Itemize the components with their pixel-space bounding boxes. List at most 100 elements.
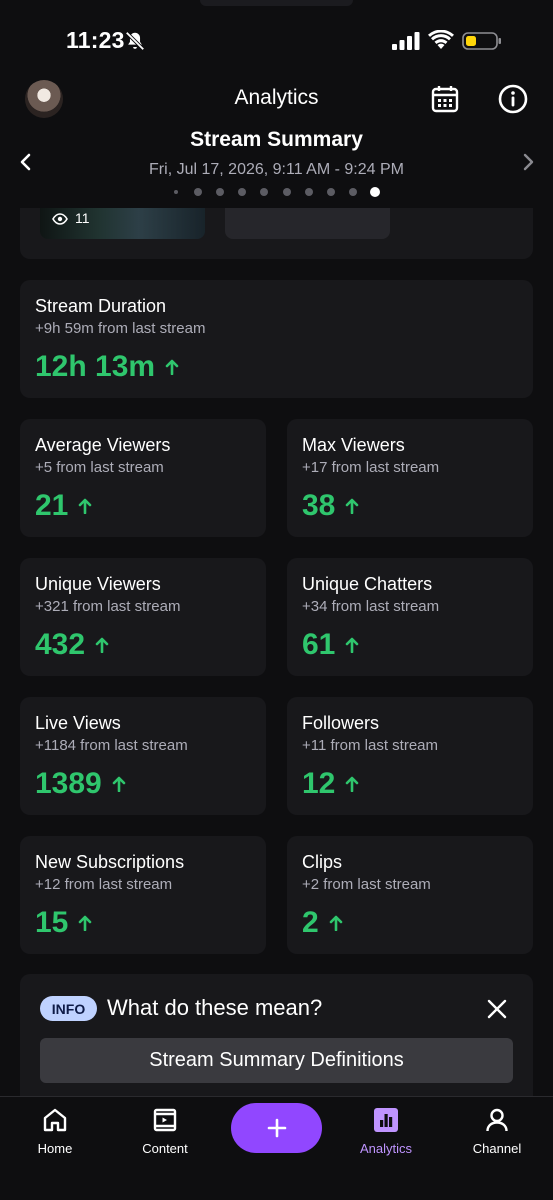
wifi-icon xyxy=(428,30,454,49)
stat-card-new-subscriptions: New Subscriptions +12 from last stream 1… xyxy=(20,836,266,954)
summary-date: Fri, Jul 17, 2026, 9:11 AM - 9:24 PM xyxy=(149,161,404,178)
stat-value: 432 xyxy=(35,628,109,662)
arrow-up-icon xyxy=(165,359,179,375)
stat-label: Unique Chatters xyxy=(302,574,433,594)
tab-channel[interactable]: Channel xyxy=(457,1097,537,1167)
stat-value: 61 xyxy=(302,628,359,662)
clip-thumbnail-placeholder[interactable] xyxy=(225,208,390,239)
stat-change: +321 from last stream xyxy=(35,598,181,615)
stat-change: +5 from last stream xyxy=(35,459,164,476)
info-card: INFO What do these mean? Stream Summary … xyxy=(20,974,533,1096)
stat-card-stream-duration: Stream Duration +9h 59m from last stream… xyxy=(20,280,533,398)
stat-value: 38 xyxy=(302,489,359,523)
arrow-up-icon xyxy=(79,498,92,514)
arrow-up-icon xyxy=(112,776,126,792)
page-dot[interactable] xyxy=(174,190,178,194)
person-icon xyxy=(486,1108,508,1132)
stat-label: Max Viewers xyxy=(302,435,405,455)
stat-change: +34 from last stream xyxy=(302,598,440,615)
close-icon[interactable] xyxy=(486,998,508,1020)
chevron-left-icon[interactable] xyxy=(16,150,36,174)
page-dot[interactable] xyxy=(349,188,357,196)
stat-card-unique-chatters: Unique Chatters +34 from last stream 61 xyxy=(287,558,533,676)
bell-off-icon xyxy=(125,31,145,51)
status-time: 11:23 xyxy=(66,27,125,53)
page-dot[interactable] xyxy=(305,188,313,196)
stat-value-text: 432 xyxy=(35,628,86,661)
stat-card-unique-viewers: Unique Viewers +321 from last stream 432 xyxy=(20,558,266,676)
stat-value: 2 xyxy=(302,906,343,940)
stat-label: Unique Viewers xyxy=(35,574,161,594)
stat-change: +12 from last stream xyxy=(35,876,173,893)
stat-value-text: 12h 13m xyxy=(35,350,156,383)
page-dot[interactable] xyxy=(216,188,224,196)
page-dot[interactable] xyxy=(283,188,291,196)
stat-value-text: 12 xyxy=(302,767,336,800)
clip-view-count: 11 xyxy=(75,210,90,226)
create-button[interactable] xyxy=(231,1103,322,1153)
clips-preview-card: 11 xyxy=(20,208,533,259)
stat-change: +17 from last stream xyxy=(302,459,440,476)
stat-value-text: 15 xyxy=(35,906,69,939)
stat-value: 12 xyxy=(302,767,359,801)
cellular-signal-icon xyxy=(392,32,420,50)
tab-content[interactable]: Content xyxy=(125,1097,205,1167)
arrow-up-icon xyxy=(346,637,359,653)
page-dot-active[interactable] xyxy=(370,187,380,197)
stat-value-text: 21 xyxy=(35,489,69,522)
arrow-up-icon xyxy=(346,776,359,792)
stat-label: New Subscriptions xyxy=(35,852,185,872)
arrow-up-icon xyxy=(95,637,109,653)
tab-label: Channel xyxy=(472,1141,522,1156)
page-dot[interactable] xyxy=(327,188,335,196)
tab-label: Analytics xyxy=(359,1141,413,1156)
bottom-tab-bar: Home Content Analytics Channel xyxy=(0,1096,553,1200)
page-dot[interactable] xyxy=(260,188,268,196)
stat-card-followers: Followers +11 from last stream 12 xyxy=(287,697,533,815)
clip-thumbnail[interactable]: 11 xyxy=(40,208,205,239)
stat-change: +9h 59m from last stream xyxy=(35,320,206,337)
page-dot[interactable] xyxy=(194,188,202,196)
stat-card-max-viewers: Max Viewers +17 from last stream 38 xyxy=(287,419,533,537)
stat-label: Stream Duration xyxy=(35,296,167,316)
info-question: What do these mean? xyxy=(107,995,323,1020)
info-circle-icon[interactable] xyxy=(497,83,529,115)
stat-value-text: 1389 xyxy=(35,767,102,800)
stat-value: 1389 xyxy=(35,767,126,801)
page-dot[interactable] xyxy=(238,188,246,196)
stat-label: Average Viewers xyxy=(35,435,171,455)
bar-chart-icon xyxy=(374,1108,398,1132)
tab-analytics[interactable]: Analytics xyxy=(346,1097,426,1167)
stat-value: 12h 13m xyxy=(35,350,179,384)
stat-value: 21 xyxy=(35,489,92,523)
film-icon xyxy=(153,1108,177,1132)
stat-change: +1184 from last stream xyxy=(35,737,188,754)
arrow-up-icon xyxy=(346,498,359,514)
tab-label: Content xyxy=(142,1141,188,1156)
arrow-up-icon xyxy=(329,915,342,931)
stat-value-text: 38 xyxy=(302,489,336,522)
tab-home[interactable]: Home xyxy=(15,1097,95,1167)
stat-label: Followers xyxy=(302,713,380,733)
eye-icon xyxy=(52,213,68,225)
stats-scroll-area[interactable]: 11 Stream Duration +9h 59m from last str… xyxy=(0,208,553,1096)
chevron-right-icon[interactable] xyxy=(518,150,538,174)
plus-icon xyxy=(267,1118,286,1138)
stat-card-live-views: Live Views +1184 from last stream 1389 xyxy=(20,697,266,815)
stat-value-text: 61 xyxy=(302,628,336,661)
stat-label: Clips xyxy=(302,852,343,872)
arrow-up-icon xyxy=(79,915,92,931)
stat-label: Live Views xyxy=(35,713,121,733)
stat-change: +2 from last stream xyxy=(302,876,431,893)
page-indicator[interactable] xyxy=(0,186,553,198)
stat-card-average-viewers: Average Viewers +5 from last stream 21 xyxy=(20,419,266,537)
dynamic-island-edge xyxy=(200,0,353,6)
stat-value: 15 xyxy=(35,906,92,940)
info-badge: INFO xyxy=(40,996,97,1021)
page-title: Analytics xyxy=(234,86,319,109)
stat-change: +11 from last stream xyxy=(302,737,439,754)
status-bar: 11:23 xyxy=(0,0,553,80)
definitions-button[interactable]: Stream Summary Definitions xyxy=(40,1038,513,1083)
calendar-icon[interactable] xyxy=(430,84,460,114)
stat-card-clips: Clips +2 from last stream 2 xyxy=(287,836,533,954)
